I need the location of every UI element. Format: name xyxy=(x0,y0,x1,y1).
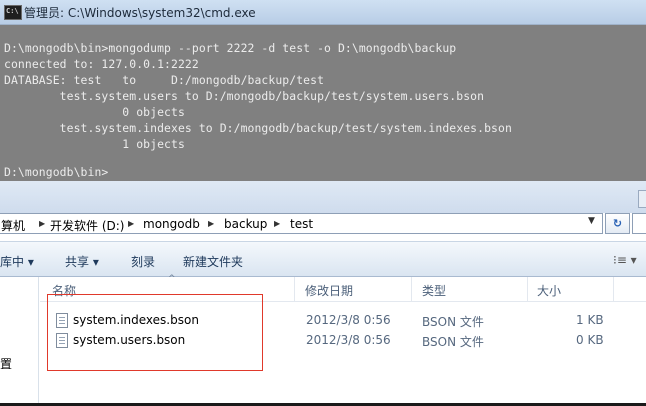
refresh-button[interactable]: ↻ xyxy=(605,213,630,234)
console-line: connected to: 127.0.0.1:2222 xyxy=(4,57,199,71)
command-bar: 库中 ▾ 共享 ▾ 刻录 新建文件夹 ⁝≡ ▾ xyxy=(0,241,646,277)
console-line: test.system.indexes to D:/mongodb/backup… xyxy=(4,121,512,135)
nav-item[interactable]: 置 xyxy=(0,355,12,372)
address-dropdown-icon[interactable]: ▼ xyxy=(588,216,595,226)
new-folder-button[interactable]: 新建文件夹 xyxy=(183,253,243,270)
column-header-size[interactable]: 大小 xyxy=(537,282,561,299)
column-divider[interactable] xyxy=(411,277,412,301)
file-type: BSON 文件 xyxy=(422,335,484,349)
view-options-icon[interactable]: ⁝≡ ▾ xyxy=(613,253,637,267)
sort-up-icon: ^ xyxy=(168,274,176,284)
cmd-icon xyxy=(4,5,22,20)
breadcrumb-backup[interactable]: backup xyxy=(224,217,267,231)
column-header-date[interactable]: 修改日期 xyxy=(305,282,353,299)
console-line: DATABASE: test to D:/mongodb/backup/test xyxy=(4,73,325,87)
include-in-library-button[interactable]: 库中 ▾ xyxy=(0,253,34,270)
window-title: 管理员: C:\Windows\system32\cmd.exe xyxy=(24,6,256,20)
window-control-button[interactable] xyxy=(638,190,646,208)
breadcrumb-test[interactable]: test xyxy=(290,217,313,231)
column-divider[interactable] xyxy=(613,277,614,301)
breadcrumb-arrow-icon[interactable]: ▶ xyxy=(274,219,280,228)
search-input[interactable] xyxy=(632,213,646,234)
address-bar[interactable]: 算机 ▶ 开发软件 (D:) ▶ mongodb ▶ backup ▶ test… xyxy=(0,213,603,234)
explorer-titlebar xyxy=(0,181,646,213)
navigation-pane[interactable]: 置 xyxy=(0,277,39,406)
share-button[interactable]: 共享 ▾ xyxy=(65,253,99,270)
console-line: 0 objects xyxy=(4,105,185,119)
file-date: 2012/3/8 0:56 xyxy=(306,333,391,347)
column-divider[interactable] xyxy=(527,277,528,301)
breadcrumb-arrow-icon[interactable]: ▶ xyxy=(208,219,214,228)
file-size: 1 KB xyxy=(576,313,604,327)
cmd-titlebar: 管理员: C:\Windows\system32\cmd.exe xyxy=(0,0,646,25)
console-output[interactable]: D:\mongodb\bin>mongodump --port 2222 -d … xyxy=(0,25,646,181)
console-line: test.system.users to D:/mongodb/backup/t… xyxy=(4,89,485,103)
burn-button[interactable]: 刻录 xyxy=(131,253,155,270)
breadcrumb-arrow-icon[interactable]: ▶ xyxy=(39,219,45,228)
breadcrumb-drive[interactable]: 开发软件 (D:) xyxy=(50,217,124,234)
console-line: D:\mongodb\bin>mongodump --port 2222 -d … xyxy=(4,41,457,55)
column-header-type[interactable]: 类型 xyxy=(422,282,446,299)
refresh-icon: ↻ xyxy=(612,217,623,230)
breadcrumb-computer[interactable]: 算机 xyxy=(1,217,25,234)
breadcrumb-mongodb[interactable]: mongodb xyxy=(143,217,200,231)
file-date: 2012/3/8 0:56 xyxy=(306,313,391,327)
breadcrumb-arrow-icon[interactable]: ▶ xyxy=(128,219,134,228)
file-type: BSON 文件 xyxy=(422,315,484,329)
column-divider[interactable] xyxy=(294,277,295,301)
file-size: 0 KB xyxy=(576,333,604,347)
console-line: 1 objects xyxy=(4,137,185,151)
console-prompt: D:\mongodb\bin> xyxy=(4,165,109,179)
highlight-annotation-box xyxy=(47,294,263,371)
